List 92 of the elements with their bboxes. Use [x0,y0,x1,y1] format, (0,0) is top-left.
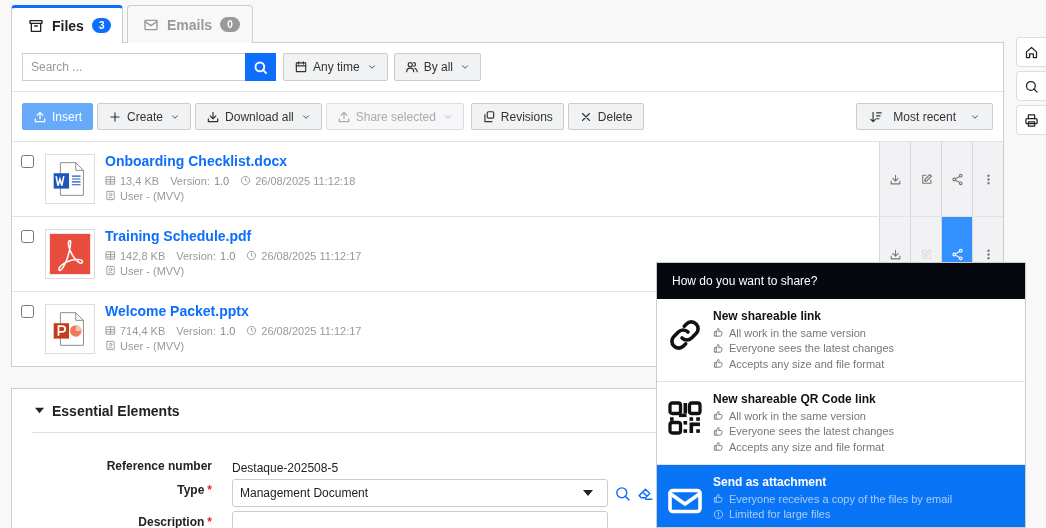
toolbar-button[interactable]: Create [97,103,192,130]
share-option[interactable]: New shareable link All work in the same version Everyone sees the latest changes Accepts any size and file format [657,299,1025,382]
option-feature: Everyone sees the latest changes [729,342,895,355]
user-icon [105,190,116,201]
clock-icon [246,250,258,261]
toolbar-button[interactable]: Download all [195,103,322,130]
option-title: New shareable QR Code link [713,392,877,406]
file-date: 26/08/2025 11:12:17 [261,324,362,337]
count-badge: 3 [91,18,112,33]
field-value: Destaque-202508-5 [232,460,339,475]
required-mark: * [207,483,212,497]
link-icon [667,317,703,353]
filter-dropdown[interactable]: Any time [283,53,388,81]
share-menu-title: How do you want to share? [672,274,818,288]
file-owner: User - (MVV) [120,264,185,277]
copy-icon [481,109,496,124]
version-number: 1.0 [220,324,236,337]
users-icon [404,60,419,74]
row-checkbox[interactable] [21,230,34,243]
dropdown-arrow-icon [583,490,593,496]
row-checkbox[interactable] [21,305,34,318]
version-label: Version: [176,249,216,262]
field-label: Description [138,515,205,528]
version-label: Version: [176,324,216,337]
option-title: Send as attachment [713,475,828,489]
count-badge: 0 [220,17,240,32]
table-icon [105,175,116,186]
archive-icon [28,17,44,34]
upload-icon [33,109,47,124]
field-label: Reference number [106,459,212,473]
thumbs-up-icon [713,342,724,354]
calendar-icon [294,60,308,74]
thumbs-up-icon [713,358,724,370]
file-size: 13,4 KB [120,174,160,187]
sort-icon [869,109,884,124]
version-label: Version: [170,174,210,187]
printer-icon [1024,112,1039,128]
type-select[interactable]: Management Document [232,479,608,507]
caret-down-icon [35,406,44,415]
search-icon [253,59,268,75]
user-icon [105,340,116,351]
tab[interactable]: Files 3 [11,5,123,43]
file-name-link[interactable]: Onboarding Checklist.docx [105,153,879,169]
home-icon [1024,44,1039,60]
toolbar-button[interactable]: Revisions [470,103,564,130]
print-button[interactable] [1016,105,1046,135]
file-size: 714,4 KB [120,324,166,337]
field-label: Type [177,483,205,497]
search-button[interactable] [1016,71,1046,101]
file-date: 26/08/2025 11:12:18 [255,174,356,187]
option-feature: Everyone receives a copy of the files by email [729,492,953,505]
search-field[interactable]: Search ... [22,53,245,81]
search-button[interactable] [245,53,276,81]
caret-icon [460,62,471,72]
table-icon [105,325,116,336]
filter-dropdown[interactable]: By all [393,53,482,81]
file-name-link[interactable]: Training Schedule.pdf [105,228,879,244]
sort-dropdown[interactable]: Most recent [856,103,993,130]
share-option[interactable]: Send as attachment Everyone receives a copy of the files by email Limited for large files [657,465,1025,527]
file-owner: User - (MVV) [120,339,185,352]
clock-icon [246,325,258,336]
thumbs-up-icon [713,493,724,505]
thumbs-up-icon [713,441,724,453]
thumbs-up-icon [713,425,724,437]
toolbar-button[interactable]: Delete [567,103,644,130]
search-icon [614,484,631,502]
download-icon [206,109,221,124]
info-icon [713,508,724,520]
caret-icon [366,62,377,72]
version-number: 1.0 [220,249,236,262]
table-icon [105,250,116,261]
clock-icon [240,175,252,186]
user-icon [105,265,116,276]
thumbs-up-icon [713,410,724,422]
file-size: 142,8 KB [120,249,166,262]
search-icon [1024,78,1039,94]
option-feature: Accepts any size and file format [729,357,885,370]
required-mark: * [207,515,212,528]
option-feature: Accepts any size and file format [729,440,885,453]
version-number: 1.0 [213,174,230,187]
option-feature: Limited for large files [729,508,831,521]
home-button[interactable] [1016,37,1046,67]
file-owner: User - (MVV) [120,189,185,202]
row-checkbox[interactable] [21,155,34,168]
option-feature: All work in the same version [729,409,866,422]
qr-code-icon [667,400,703,436]
thumbs-up-icon [713,327,724,339]
option-title: New shareable link [713,309,823,323]
file-date: 26/08/2025 11:12:17 [261,249,362,262]
upload-icon [336,109,351,124]
plus-icon [108,109,122,124]
option-feature: All work in the same version [729,326,866,339]
